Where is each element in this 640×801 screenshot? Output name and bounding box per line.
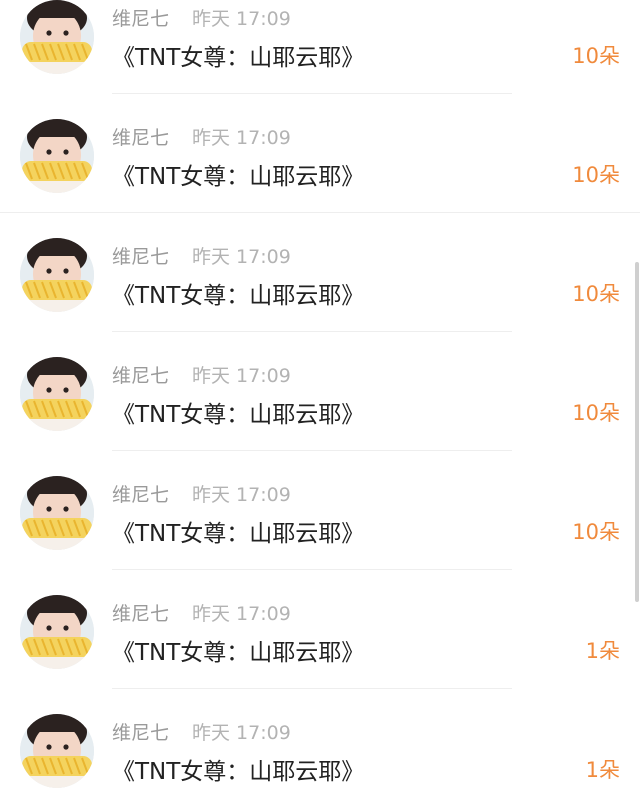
- message-title: 《TNT女尊：山耶云耶》: [112, 164, 365, 190]
- divider: [0, 212, 640, 213]
- sender-name: 维尼七: [112, 365, 170, 387]
- divider: [112, 93, 512, 94]
- message-title: 《TNT女尊：山耶云耶》: [112, 759, 365, 785]
- avatar[interactable]: [20, 595, 94, 669]
- sender-name: 维尼七: [112, 603, 170, 625]
- divider: [112, 569, 512, 570]
- timestamp: 昨天 17:09: [192, 722, 291, 744]
- scrollbar[interactable]: [635, 262, 639, 602]
- timestamp: 昨天 17:09: [192, 603, 291, 625]
- divider: [112, 688, 512, 689]
- divider: [112, 450, 512, 451]
- sender-name: 维尼七: [112, 246, 170, 268]
- list-item[interactable]: 维尼七 昨天 17:09 《TNT女尊：山耶云耶》 10朵: [0, 119, 640, 238]
- divider: [112, 331, 512, 332]
- avatar[interactable]: [20, 0, 94, 74]
- flower-count: 1朵: [585, 758, 620, 782]
- avatar[interactable]: [20, 357, 94, 431]
- message-title: 《TNT女尊：山耶云耶》: [112, 402, 365, 428]
- avatar[interactable]: [20, 119, 94, 193]
- list-item[interactable]: 维尼七 昨天 17:09 《TNT女尊：山耶云耶》 10朵: [0, 238, 640, 357]
- list-item[interactable]: 维尼七 昨天 17:09 《TNT女尊：山耶云耶》 10朵: [0, 0, 640, 119]
- list-item[interactable]: 维尼七 昨天 17:09 《TNT女尊：山耶云耶》 1朵: [0, 595, 640, 714]
- avatar[interactable]: [20, 476, 94, 550]
- message-title: 《TNT女尊：山耶云耶》: [112, 45, 365, 71]
- flower-count: 1朵: [585, 639, 620, 663]
- sender-name: 维尼七: [112, 722, 170, 744]
- flower-count: 10朵: [572, 520, 620, 544]
- list-item[interactable]: 维尼七 昨天 17:09 《TNT女尊：山耶云耶》 1朵: [0, 714, 640, 801]
- flower-count: 10朵: [572, 282, 620, 306]
- timestamp: 昨天 17:09: [192, 246, 291, 268]
- sender-name: 维尼七: [112, 127, 170, 149]
- timestamp: 昨天 17:09: [192, 127, 291, 149]
- flower-count: 10朵: [572, 163, 620, 187]
- message-list: 维尼七 昨天 17:09 《TNT女尊：山耶云耶》 10朵 维尼七 昨天 17:…: [0, 0, 640, 801]
- message-title: 《TNT女尊：山耶云耶》: [112, 640, 365, 666]
- sender-name: 维尼七: [112, 484, 170, 506]
- flower-count: 10朵: [572, 401, 620, 425]
- timestamp: 昨天 17:09: [192, 8, 291, 30]
- message-title: 《TNT女尊：山耶云耶》: [112, 521, 365, 547]
- timestamp: 昨天 17:09: [192, 365, 291, 387]
- message-title: 《TNT女尊：山耶云耶》: [112, 283, 365, 309]
- flower-count: 10朵: [572, 44, 620, 68]
- avatar[interactable]: [20, 714, 94, 788]
- list-item[interactable]: 维尼七 昨天 17:09 《TNT女尊：山耶云耶》 10朵: [0, 357, 640, 476]
- timestamp: 昨天 17:09: [192, 484, 291, 506]
- list-item[interactable]: 维尼七 昨天 17:09 《TNT女尊：山耶云耶》 10朵: [0, 476, 640, 595]
- avatar[interactable]: [20, 238, 94, 312]
- sender-name: 维尼七: [112, 8, 170, 30]
